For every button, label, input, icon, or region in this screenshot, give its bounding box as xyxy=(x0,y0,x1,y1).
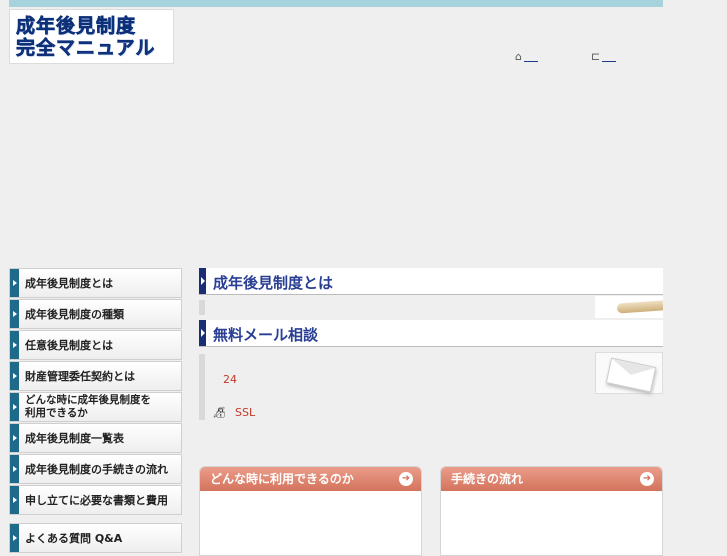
sidebar-item-label: どんな時に成年後見制度を 利用できるか xyxy=(25,394,151,420)
arrow-right-icon[interactable]: ➜ xyxy=(399,472,413,486)
card-when-usable[interactable]: どんな時に利用できるのか ➜ xyxy=(199,466,422,556)
heading-marker-icon xyxy=(199,320,206,346)
pencil-image xyxy=(595,296,663,318)
card-header[interactable]: どんな時に利用できるのか ➜ xyxy=(200,467,421,491)
sidebar-item-about[interactable]: 成年後見制度とは xyxy=(9,268,182,298)
sidebar-item-types[interactable]: 成年後見制度の種類 xyxy=(9,299,182,329)
sidebar-item-label: 任意後見制度とは xyxy=(25,338,113,352)
arrow-right-icon[interactable]: ➜ xyxy=(640,472,654,486)
main-content: 成年後見制度とは 無料メール相談 24 🔏︎ SSL xyxy=(199,268,663,438)
sidebar-item-documents[interactable]: 申し立てに必要な書類と費用 xyxy=(9,485,182,515)
arrow-icon xyxy=(10,362,19,390)
hours-text: 24 xyxy=(223,373,237,386)
site-logo[interactable]: 成年後見制度 完全マニュアル xyxy=(9,9,174,64)
home-icon: ⌂ xyxy=(515,50,522,63)
section-title: 無料メール相談 xyxy=(213,326,319,344)
sidebar-item-label: 成年後見制度の種類 xyxy=(25,307,124,321)
sidebar-item-property[interactable]: 財産管理委任契約とは xyxy=(9,361,182,391)
sidebar-item-when[interactable]: どんな時に成年後見制度を 利用できるか xyxy=(9,392,182,422)
sidebar-item-label: 成年後見制度とは xyxy=(25,276,113,290)
section-heading-mail: 無料メール相談 xyxy=(199,320,663,347)
logo-line-1: 成年後見制度 xyxy=(16,14,137,37)
sidebar-item-label: 申し立てに必要な書類と費用 xyxy=(25,493,168,507)
section-heading-about: 成年後見制度とは xyxy=(199,268,663,295)
section-title: 成年後見制度とは xyxy=(213,274,334,292)
sitemap-link[interactable]: ⊏ xyxy=(591,50,617,63)
sidebar-item-label: 成年後見制度一覧表 xyxy=(25,431,124,445)
arrow-icon xyxy=(10,455,19,483)
envelope-image[interactable] xyxy=(595,352,663,394)
label-line-1: どんな時に成年後見制度を xyxy=(25,394,151,406)
arrow-icon xyxy=(10,524,19,552)
lock-icon: 🔏︎ xyxy=(212,406,226,419)
home-link-label xyxy=(523,51,538,62)
card-procedure-flow[interactable]: 手続きの流れ ➜ xyxy=(440,466,663,556)
arrow-icon xyxy=(10,393,19,421)
heading-marker-icon xyxy=(199,268,206,294)
section-mail-body: 24 🔏︎ SSL xyxy=(199,352,663,438)
card-header[interactable]: 手続きの流れ ➜ xyxy=(441,467,662,491)
home-link[interactable]: ⌂ xyxy=(515,50,538,63)
top-bar xyxy=(9,0,663,7)
sidebar-item-voluntary[interactable]: 任意後見制度とは xyxy=(9,330,182,360)
arrow-icon xyxy=(10,300,19,328)
card-title: どんな時に利用できるのか xyxy=(210,472,354,486)
body-bar xyxy=(199,354,205,420)
arrow-icon xyxy=(10,424,19,452)
body-bar xyxy=(199,300,205,315)
arrow-icon xyxy=(10,269,19,297)
card-title: 手続きの流れ xyxy=(451,472,524,486)
arrow-icon xyxy=(10,331,19,359)
logo-line-2: 完全マニュアル xyxy=(16,36,156,59)
sidebar-item-faq[interactable]: よくある質問 Q&A xyxy=(9,523,182,553)
ssl-text[interactable]: SSL xyxy=(235,406,255,419)
sidebar-item-label: 財産管理委任契約とは xyxy=(25,369,135,383)
sidebar-nav: 成年後見制度とは 成年後見制度の種類 任意後見制度とは 財産管理委任契約とは ど… xyxy=(9,268,182,554)
arrow-icon xyxy=(10,486,19,514)
sitemap-icon: ⊏ xyxy=(591,50,601,63)
sitemap-link-label xyxy=(602,51,617,62)
section-about-body xyxy=(199,296,663,318)
sidebar-item-label: 成年後見制度の手続きの流れ xyxy=(25,462,168,476)
sidebar-item-list[interactable]: 成年後見制度一覧表 xyxy=(9,423,182,453)
label-line-2: 利用できるか xyxy=(25,407,88,419)
sidebar-item-label: よくある質問 Q&A xyxy=(25,531,123,545)
sidebar-item-procedure[interactable]: 成年後見制度の手続きの流れ xyxy=(9,454,182,484)
